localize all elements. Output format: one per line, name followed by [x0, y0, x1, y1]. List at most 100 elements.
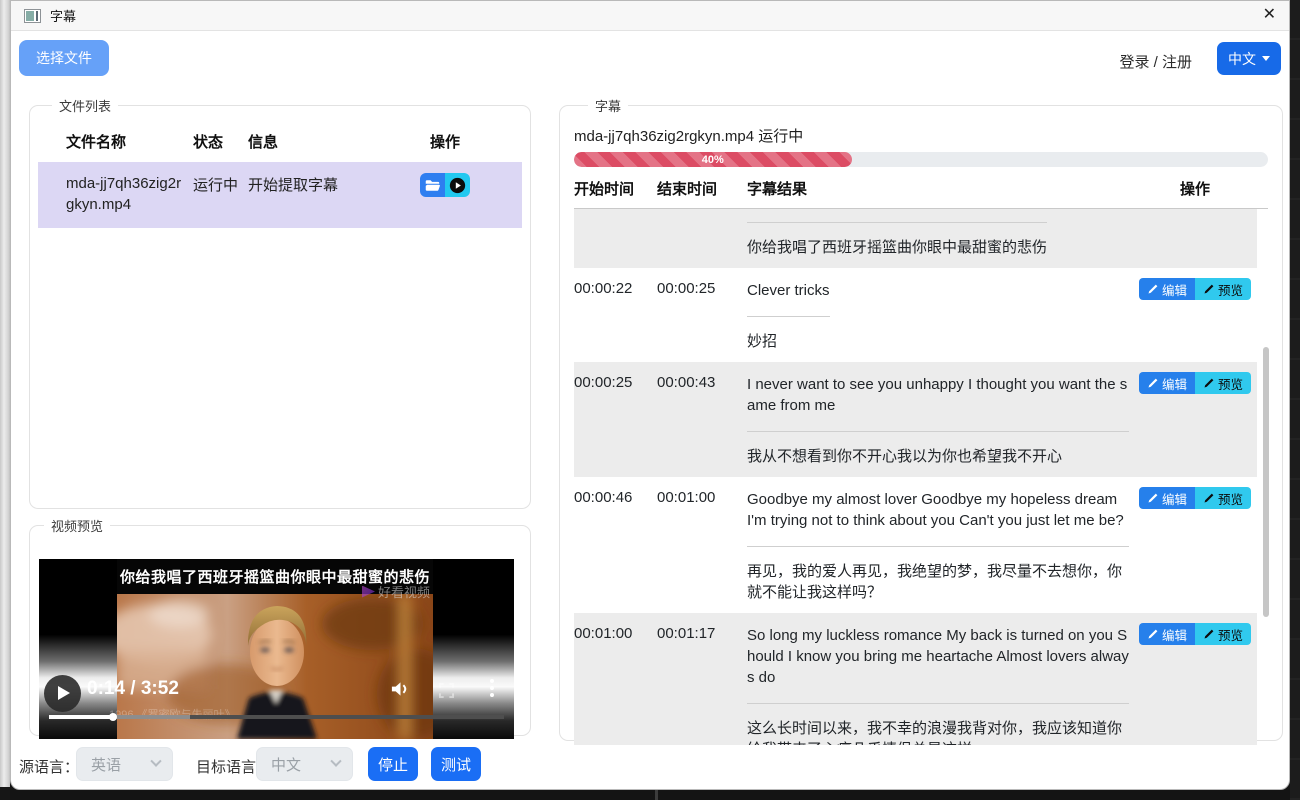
- chevron-down-icon: [1262, 56, 1270, 61]
- toolbar: 选择文件 登录 / 注册 中文: [11, 31, 1289, 83]
- edit-button[interactable]: 编辑: [1139, 372, 1195, 394]
- extraction-progress-label: 40%: [702, 154, 724, 166]
- subtitle-divider: [747, 316, 830, 317]
- subtitle-divider: [747, 222, 1047, 223]
- titlebar: 字幕 ✕: [11, 1, 1289, 31]
- subtitle-english-text: I never want to see you unhappy I though…: [747, 374, 1129, 416]
- subtitle-english-text: Clever tricks: [747, 280, 830, 301]
- fullscreen-icon[interactable]: [439, 683, 454, 701]
- more-options-icon[interactable]: [490, 679, 494, 700]
- watermark: 好看视频: [362, 582, 430, 601]
- pencil-icon: [1203, 378, 1214, 389]
- subtitle-text-cell: 你给我唱了西班牙摇篮曲你眼中最甜蜜的悲伤: [747, 221, 1129, 258]
- subtitle-rows: 你给我唱了西班牙摇篮曲你眼中最甜蜜的悲伤00:00:2200:00:25Clev…: [574, 209, 1257, 745]
- subtitle-start-time: 00:00:25: [574, 374, 657, 467]
- subtitle-end-time: 00:00:25: [657, 280, 747, 352]
- preview-button[interactable]: 预览: [1195, 372, 1251, 394]
- folder-icon: [425, 179, 440, 192]
- player-progress-played: [49, 715, 113, 719]
- subtitle-chinese-text: 这么长时间以来，我不幸的浪漫我背对你，我应该知道你给我带来了心痛几乎情侣总是这样: [747, 718, 1129, 745]
- play-video-button[interactable]: [445, 173, 470, 197]
- subtitle-text-cell: Clever tricks 妙招: [747, 280, 1129, 352]
- edit-button[interactable]: 编辑: [1139, 623, 1195, 645]
- subtitle-end-time: [657, 221, 747, 258]
- subtitle-chinese-text: 我从不想看到你不开心我以为你也希望我不开心: [747, 446, 1129, 467]
- subtitle-text-cell: Goodbye my almost lover Goodbye my hopel…: [747, 489, 1129, 603]
- file-row[interactable]: mda-jj7qh36zig2rgkyn.mp4 运行中 开始提取字幕: [38, 162, 522, 228]
- edit-button-label: 编辑: [1162, 625, 1187, 644]
- subtitle-start-time: 00:00:46: [574, 489, 657, 603]
- player-progress-knob[interactable]: [109, 713, 117, 721]
- watermark-logo-icon: [362, 586, 375, 598]
- subtitles-legend: 字幕: [588, 96, 628, 115]
- file-header-status: 状态: [193, 131, 248, 152]
- file-info: 开始提取字幕: [248, 173, 430, 215]
- subtitle-row-actions: 编辑 预览: [1139, 372, 1251, 394]
- screen: 字幕 ✕ 选择文件 登录 / 注册 中文 文件列表 文件名称 状态 信息 操作 …: [0, 0, 1300, 800]
- subtitle-divider: [747, 431, 1129, 432]
- header-end-time: 结束时间: [657, 178, 747, 199]
- video-player[interactable]: 你给我唱了西班牙摇篮曲你眼中最甜蜜的悲伤: [39, 559, 514, 739]
- subtitle-row: 00:00:2500:00:43I never want to see you …: [574, 362, 1257, 477]
- source-language-value: 英语: [91, 754, 121, 775]
- subtitle-start-time: [574, 221, 657, 258]
- subtitle-end-time: 00:00:43: [657, 374, 747, 467]
- preview-button-label: 预览: [1218, 489, 1243, 508]
- subtitle-row-actions: 编辑 预览: [1139, 623, 1251, 645]
- movie-caption: 1996 《罗密欧与朱丽叶》: [109, 706, 236, 722]
- subtitle-row: 00:00:2200:00:25Clever tricks 妙招 编辑预览: [574, 268, 1257, 362]
- subtitle-row-actions: 编辑预览: [1139, 278, 1251, 300]
- header-actions: 操作: [1180, 178, 1210, 199]
- pencil-icon: [1147, 284, 1158, 295]
- select-file-button[interactable]: 选择文件: [19, 40, 109, 76]
- player-progress-bar[interactable]: [49, 715, 504, 719]
- language-dropdown-button[interactable]: 中文: [1217, 42, 1281, 75]
- subtitle-chinese-text: 妙招: [747, 331, 830, 352]
- file-header-name: 文件名称: [66, 131, 193, 152]
- target-language-value: 中文: [271, 754, 301, 775]
- preview-button[interactable]: 预览: [1195, 623, 1251, 645]
- file-header-info: 信息: [248, 131, 430, 152]
- background-seam: [655, 790, 658, 800]
- preview-button[interactable]: 预览: [1195, 487, 1251, 509]
- subtitle-english-text: So long my luckless romance My back is t…: [747, 625, 1129, 688]
- file-actions: [430, 173, 522, 215]
- pencil-icon: [1203, 493, 1214, 504]
- subtitle-chinese-text: 你给我唱了西班牙摇篮曲你眼中最甜蜜的悲伤: [747, 237, 1047, 258]
- stop-button[interactable]: 停止: [368, 747, 418, 781]
- video-preview-panel: 视频预览 你给我唱了西班牙摇篮曲你眼中最甜蜜的悲伤: [29, 516, 531, 736]
- background-window-edge-left: [0, 0, 10, 787]
- edit-button[interactable]: 编辑: [1139, 487, 1195, 509]
- preview-button-label: 预览: [1218, 374, 1243, 393]
- subtitle-table-header: 开始时间 结束时间 字幕结果 操作: [574, 178, 1268, 209]
- edit-button[interactable]: 编辑: [1139, 278, 1195, 300]
- header-start-time: 开始时间: [574, 178, 657, 199]
- source-language-label: 源语言：: [19, 756, 79, 777]
- player-play-button[interactable]: [44, 675, 81, 712]
- file-status: 运行中: [193, 173, 248, 215]
- target-language-select[interactable]: 中文: [256, 747, 353, 781]
- preview-button-label: 预览: [1218, 625, 1243, 644]
- edit-button-label: 编辑: [1162, 374, 1187, 393]
- file-table-header: 文件名称 状态 信息 操作: [38, 131, 522, 152]
- background-window-edge-right: [1290, 0, 1300, 800]
- video-preview-legend: 视频预览: [44, 516, 110, 535]
- subtitles-file-status: mda-jj7qh36zig2rgkyn.mp4 运行中: [574, 125, 1268, 146]
- subtitle-divider: [747, 703, 1129, 704]
- source-language-select[interactable]: 英语: [76, 747, 173, 781]
- preview-button[interactable]: 预览: [1195, 278, 1251, 300]
- scrollbar-thumb[interactable]: [1263, 347, 1269, 617]
- subtitles-panel: 字幕 mda-jj7qh36zig2rgkyn.mp4 运行中 40% 开始时间…: [559, 96, 1283, 741]
- subtitle-start-time: 00:00:22: [574, 280, 657, 352]
- close-icon[interactable]: ✕: [1263, 4, 1276, 26]
- background-bottom: [10, 790, 1290, 800]
- footer-bar: 源语言： 英语 目标语言： 中文 停止 测试: [11, 747, 1289, 783]
- volume-icon[interactable]: [390, 680, 411, 701]
- open-folder-button[interactable]: [420, 173, 445, 197]
- pencil-icon: [1203, 284, 1214, 295]
- test-button[interactable]: 测试: [431, 747, 481, 781]
- app-window: 字幕 ✕ 选择文件 登录 / 注册 中文 文件列表 文件名称 状态 信息 操作 …: [10, 0, 1290, 790]
- pencil-icon: [1147, 378, 1158, 389]
- subtitle-row-actions: 编辑 预览: [1139, 487, 1251, 509]
- login-register-link[interactable]: 登录 / 注册: [1119, 51, 1192, 72]
